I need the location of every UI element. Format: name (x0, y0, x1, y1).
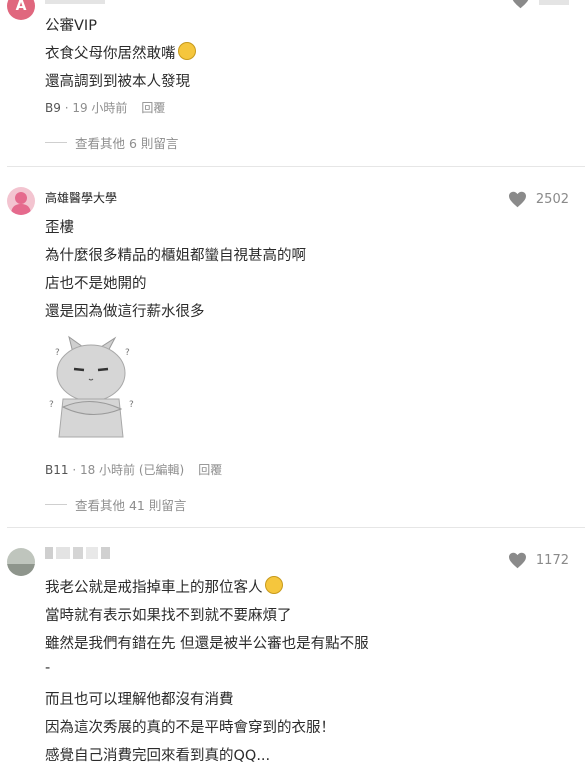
comment-meta: B11 · 18 小時前 (已編輯) 回覆 (45, 463, 223, 477)
divider (45, 142, 67, 143)
floor-number: B11 (45, 463, 69, 477)
svg-text:?: ? (129, 400, 134, 410)
reply-button[interactable]: 回覆 (141, 101, 165, 115)
like-area[interactable] (511, 0, 569, 9)
avatar[interactable] (7, 548, 35, 576)
comment-line: 公審VIP (45, 18, 97, 34)
svg-text:?: ? (49, 400, 54, 410)
heart-icon[interactable] (511, 0, 530, 9)
comment-line: 當時就有表示如果找不到就不要麻煩了 (45, 608, 292, 624)
avatar[interactable]: A (7, 0, 35, 20)
like-count: 2502 (535, 192, 569, 207)
comment-meta: B9 · 19 小時前 回覆 (45, 101, 166, 115)
timestamp: 19 小時前 (72, 101, 128, 115)
view-more-replies[interactable]: 查看其他 6 則留言 (45, 133, 178, 152)
comment-line-text: 衣食父母你居然敢嘴 (45, 46, 176, 62)
author-name-cut[interactable] (45, 0, 105, 4)
laughing-emoji-icon (177, 42, 196, 60)
author-name[interactable]: 高雄醫學大學 (45, 189, 117, 206)
comment-line: 雖然是我們有錯在先 但還是被半公審也是有點不服 (45, 636, 369, 652)
comment-line: 因為這次秀展的真的不是平時會穿到的衣服！ (45, 720, 335, 736)
heart-icon[interactable] (508, 191, 527, 208)
comment-line: 還是因為做這行薪水很多 (45, 304, 205, 320)
comment-line-text: 我老公就是戒指掉車上的那位客人 (45, 580, 263, 596)
comment-line: 我老公就是戒指掉車上的那位客人 (45, 576, 283, 597)
comment-line: 歪樓 (45, 220, 74, 236)
confused-cat-sticker: ? ? ? ? (49, 335, 134, 438)
comment-b11: 高雄醫學大學 2502 歪樓 為什麼很多精品的櫃姐都蠻自視甚高的啊 店也不是她開… (0, 167, 585, 527)
comment-line: 而且也可以理解他都沒有消費 (45, 692, 234, 708)
divider (45, 504, 67, 505)
floor-number: B9 (45, 101, 61, 115)
comment-line: - (45, 660, 51, 676)
grinning-emoji-icon (264, 576, 283, 594)
reply-button[interactable]: 回覆 (198, 463, 222, 477)
like-count: 1172 (535, 553, 569, 568)
view-more-replies[interactable]: 查看其他 41 則留言 (45, 495, 186, 514)
like-area[interactable]: 1172 (508, 552, 569, 569)
comment-line: 為什麼很多精品的櫃姐都蠻自視甚高的啊 (45, 248, 306, 264)
author-name-blurred[interactable] (45, 547, 110, 559)
comment-line: 衣食父母你居然敢嘴 (45, 42, 196, 63)
view-more-label: 查看其他 6 則留言 (75, 136, 179, 151)
svg-text:?: ? (125, 348, 130, 358)
svg-text:?: ? (55, 348, 60, 358)
comment-line: 還高調到到被本人發現 (45, 74, 190, 90)
avatar-letter: A (15, 0, 27, 14)
comment-line: 店也不是她開的 (45, 276, 147, 292)
like-area[interactable]: 2502 (508, 191, 569, 208)
heart-icon[interactable] (508, 552, 527, 569)
comment-blurred-author: 1172 我老公就是戒指掉車上的那位客人 當時就有表示如果找不到就不要麻煩了 雖… (0, 528, 585, 764)
avatar[interactable] (7, 187, 35, 215)
view-more-label: 查看其他 41 則留言 (75, 498, 187, 513)
timestamp: 18 小時前 (已編輯) (79, 463, 185, 477)
comment-b9: A 公審VIP 衣食父母你居然敢嘴 還高調到到被本人發現 B9 · 19 小時前… (0, 0, 585, 165)
